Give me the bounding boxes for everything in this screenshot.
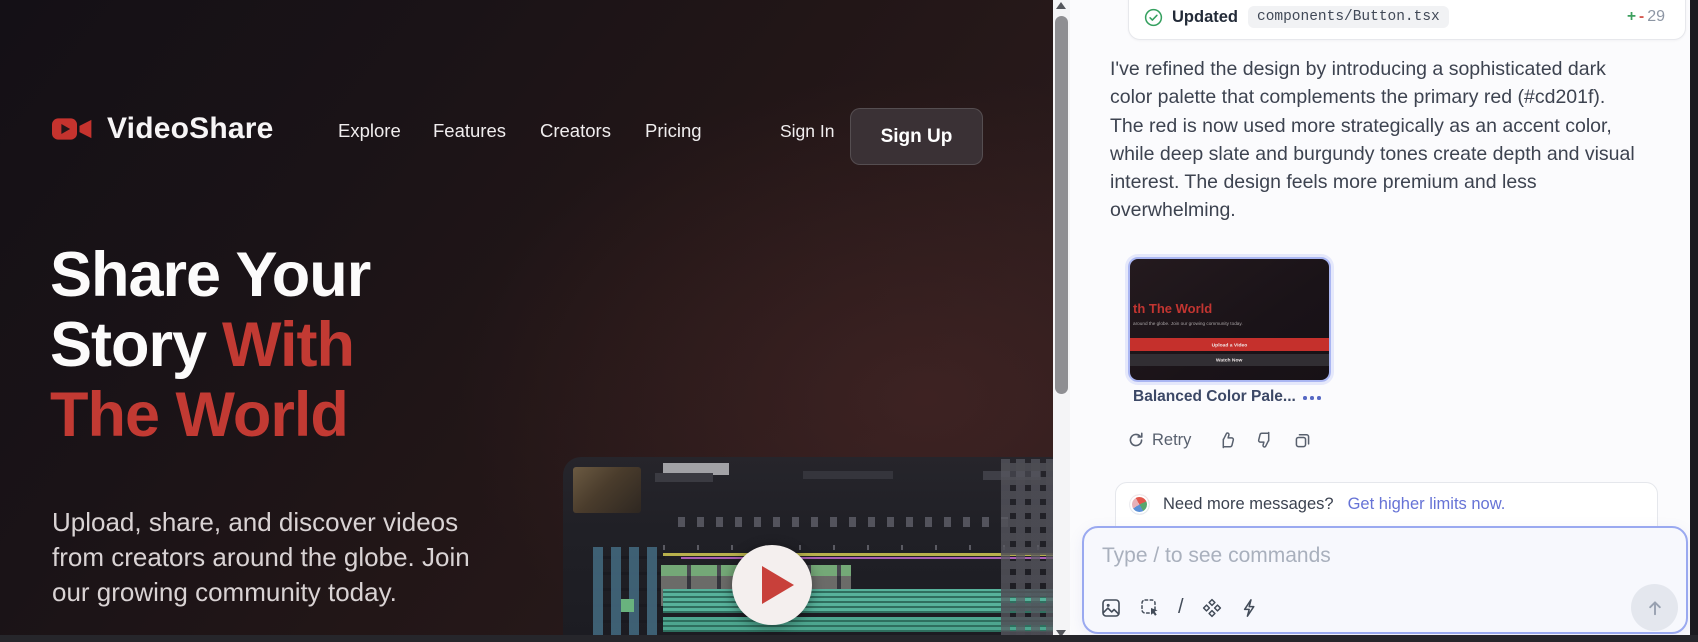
message-actions: Retry (1127, 430, 1312, 450)
send-button[interactable] (1631, 584, 1678, 631)
brand-name: VideoShare (107, 112, 274, 146)
editor-detail (655, 473, 713, 482)
play-button[interactable] (732, 545, 812, 625)
slash-command-icon[interactable]: / (1178, 596, 1184, 619)
hero-title-line2-white: Story (50, 310, 206, 380)
thumb-sub-text: around the globe. Join our growing commu… (1133, 321, 1243, 326)
play-icon (762, 566, 794, 604)
diff-plus: + (1627, 8, 1636, 26)
select-element-icon[interactable] (1139, 597, 1161, 619)
site-preview-pane: VideoShare Explore Features Creators Pri… (0, 0, 1053, 642)
editor-toolbar (678, 517, 1008, 527)
assistant-message: I've refined the design by introducing a… (1110, 55, 1690, 225)
hero-subtitle: Upload, share, and discover videos from … (52, 505, 472, 610)
editor-button-grid (1001, 459, 1053, 639)
thumb-primary-button: Upload a Video (1130, 338, 1329, 351)
scroll-up-arrow-icon[interactable] (1056, 2, 1066, 9)
file-chip: components/Button.tsx (1248, 6, 1449, 28)
editor-timeline-ticks (663, 545, 1053, 550)
chat-panel: Updated components/Button.tsx + - 29 I'v… (1070, 0, 1690, 642)
thumb-secondary-label: Watch Now (1216, 357, 1242, 363)
retry-label: Retry (1152, 431, 1191, 450)
window-edge-right (1690, 0, 1698, 642)
sign-up-label: Sign Up (881, 126, 953, 148)
vertical-scrollbar[interactable] (1053, 0, 1070, 642)
editor-timeline-yellow-line (663, 553, 1053, 556)
thumbs-down-icon[interactable] (1255, 430, 1275, 450)
diff-stats: + - 29 (1627, 8, 1665, 26)
diff-minus: - (1639, 8, 1644, 26)
retry-button[interactable]: Retry (1127, 431, 1191, 450)
upgrade-link[interactable]: Get higher limits now. (1348, 495, 1506, 514)
usage-pie-icon (1130, 495, 1149, 514)
nav-link-pricing[interactable]: Pricing (645, 120, 702, 142)
editor-detail (621, 599, 634, 612)
nav-link-creators[interactable]: Creators (540, 120, 611, 142)
window-edge-bottom (0, 635, 1698, 642)
hero-title-line1: Share Your (50, 240, 370, 310)
message-composer[interactable]: / (1082, 526, 1688, 634)
editor-timeline-magenta-line (681, 557, 1053, 559)
hero-title-line2: StoryWith (50, 310, 370, 380)
editor-effects-panel (593, 547, 665, 639)
brand-link[interactable]: VideoShare (50, 112, 274, 146)
hero-title-line2-red: With (222, 310, 354, 380)
preview-title[interactable]: Balanced Color Pale... (1133, 388, 1296, 406)
editor-audio-waveform (663, 589, 1053, 613)
arrow-up-icon (1645, 598, 1665, 618)
thumb-secondary-button: Watch Now (1130, 354, 1329, 366)
preview-thumbnail-card[interactable]: th The World around the globe. Join our … (1128, 257, 1331, 382)
thumb-hero-text: th The World (1133, 301, 1212, 316)
editor-detail (803, 471, 893, 479)
thumbs-up-icon[interactable] (1217, 430, 1237, 450)
limits-row: Need more messages? Get higher limits no… (1116, 483, 1657, 514)
hero-title: Share Your StoryWith The World (50, 240, 370, 450)
copy-icon[interactable] (1293, 431, 1312, 450)
sign-in-link[interactable]: Sign In (780, 121, 834, 142)
video-camera-icon (50, 114, 94, 144)
scrollbar-thumb[interactable] (1055, 16, 1068, 394)
thumb-primary-label: Upload a Video (1212, 342, 1248, 348)
more-options-icon[interactable] (1303, 396, 1321, 400)
refresh-icon (1127, 431, 1145, 449)
hero-title-line3: The World (50, 380, 370, 450)
nav-link-explore[interactable]: Explore (338, 120, 401, 142)
limits-text: Need more messages? (1163, 495, 1334, 514)
attach-image-icon[interactable] (1100, 597, 1122, 619)
sign-up-button[interactable]: Sign Up (850, 108, 983, 165)
video-editor-image (563, 457, 1053, 642)
message-input[interactable] (1102, 544, 1662, 568)
check-circle-icon (1144, 8, 1163, 27)
update-label: Updated (1172, 8, 1238, 27)
screen: VideoShare Explore Features Creators Pri… (0, 0, 1698, 642)
editor-preview-thumb (573, 467, 641, 513)
composer-toolbar: / (1100, 596, 1260, 619)
file-update-card[interactable]: Updated components/Button.tsx + - 29 (1128, 0, 1686, 40)
lightning-icon[interactable] (1240, 598, 1260, 618)
nav-link-features[interactable]: Features (433, 120, 506, 142)
editor-audio-waveform (663, 617, 1053, 632)
file-update-row: Updated components/Button.tsx + - 29 (1129, 3, 1685, 31)
diff-count: 29 (1647, 8, 1665, 26)
blocks-diamond-icon[interactable] (1201, 597, 1223, 619)
